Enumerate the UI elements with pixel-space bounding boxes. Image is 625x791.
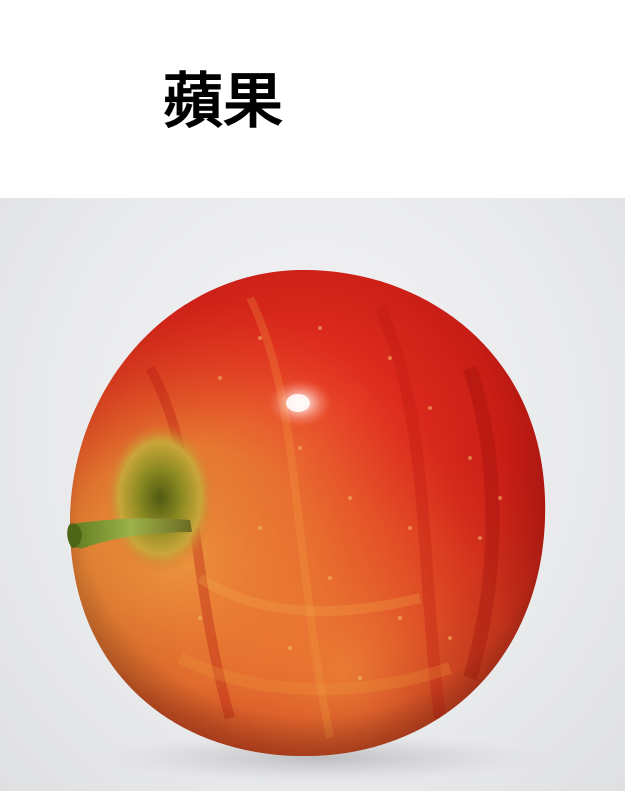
page-title: 蘋果: [163, 67, 283, 137]
apple-illustration: [67, 269, 550, 784]
apple-photo: [0, 198, 625, 791]
apple-body: [69, 269, 546, 757]
